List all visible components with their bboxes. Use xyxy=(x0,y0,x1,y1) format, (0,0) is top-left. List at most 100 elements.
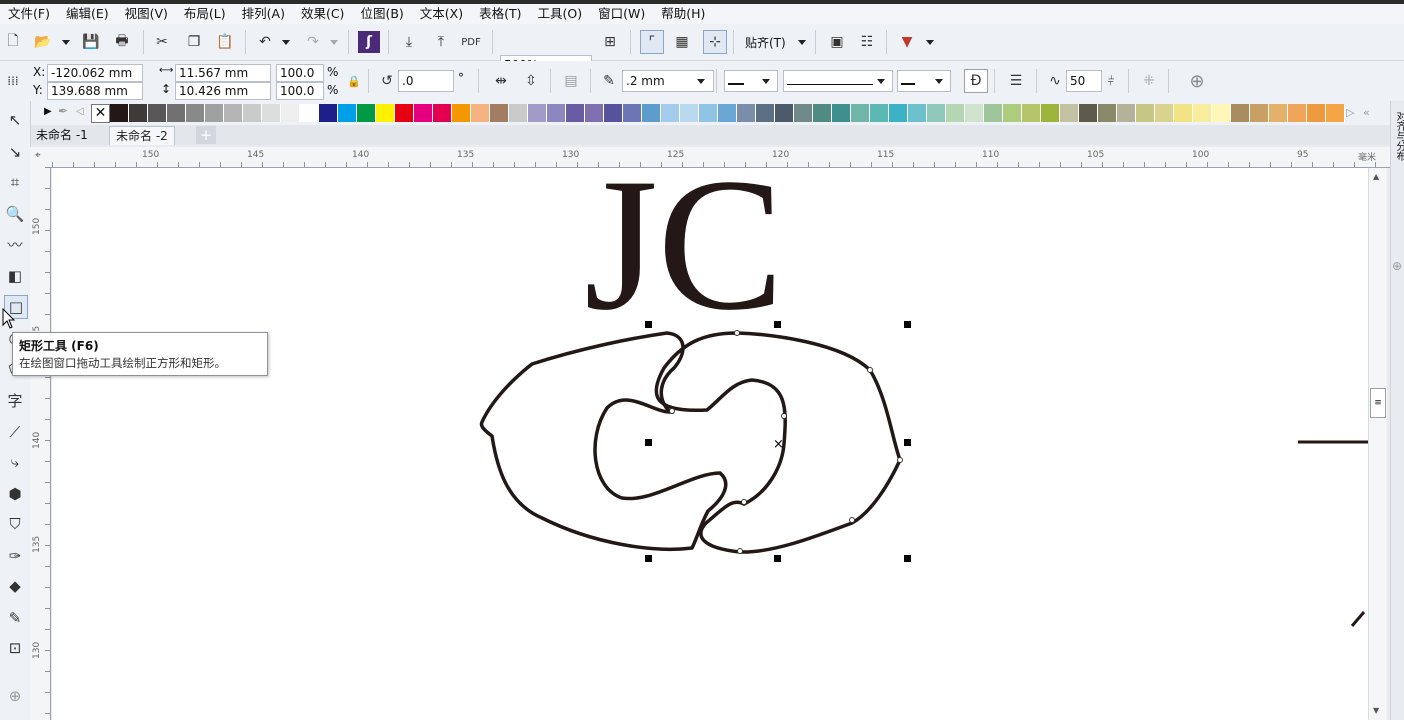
color-swatch[interactable] xyxy=(433,104,452,122)
color-swatch[interactable] xyxy=(167,104,186,122)
save-icon[interactable]: 💾 xyxy=(80,31,102,53)
color-swatch[interactable] xyxy=(1231,104,1250,122)
menu-effects[interactable]: 效果(C) xyxy=(293,4,352,24)
text-tool-icon[interactable]: 字 xyxy=(4,389,26,411)
x-position-field[interactable]: -120.062 mm xyxy=(47,64,143,82)
color-swatch[interactable] xyxy=(623,104,642,122)
color-swatch[interactable] xyxy=(1079,104,1098,122)
color-swatch[interactable] xyxy=(794,104,813,122)
color-swatch[interactable] xyxy=(281,104,300,122)
palette-more-icon[interactable]: « xyxy=(1363,106,1370,119)
scroll-thumb[interactable]: ≡ xyxy=(1370,388,1386,418)
menu-arrange[interactable]: 排列(A) xyxy=(234,4,293,24)
interactive-fill-icon[interactable]: ◆ xyxy=(4,575,26,597)
smart-fill-icon[interactable]: ◧ xyxy=(4,265,26,287)
color-swatch[interactable] xyxy=(984,104,1003,122)
scroll-down-icon[interactable]: ▼ xyxy=(1373,706,1379,715)
smart-drawing-icon[interactable]: ⊡ xyxy=(4,637,26,659)
welcome-screen-icon[interactable]: ▣ xyxy=(826,31,848,53)
color-swatch[interactable] xyxy=(699,104,718,122)
color-swatch[interactable] xyxy=(1193,104,1212,122)
color-swatch[interactable] xyxy=(566,104,585,122)
color-swatch[interactable] xyxy=(965,104,984,122)
color-swatch[interactable] xyxy=(490,104,509,122)
vertical-ruler[interactable]: 150 145 140 135 130 xyxy=(30,167,51,720)
menu-view[interactable]: 视图(V) xyxy=(117,4,176,24)
color-swatch[interactable] xyxy=(946,104,965,122)
snap-to-button[interactable]: 贴齐(T) xyxy=(745,34,786,51)
zoom-to-page-icon[interactable]: ⊞ xyxy=(599,31,621,53)
color-swatch[interactable] xyxy=(357,104,376,122)
menu-help[interactable]: 帮助(H) xyxy=(653,4,713,24)
color-swatch[interactable] xyxy=(110,104,129,122)
selection-handle[interactable] xyxy=(904,439,911,446)
snap-dropdown-icon[interactable] xyxy=(798,40,806,45)
selection-handle[interactable] xyxy=(645,439,652,446)
color-swatch[interactable] xyxy=(756,104,775,122)
curve-node[interactable] xyxy=(781,413,787,419)
color-swatch[interactable] xyxy=(1155,104,1174,122)
rotation-angle-field[interactable]: .0 xyxy=(398,70,454,92)
curve-node[interactable] xyxy=(669,408,675,414)
curve-node[interactable] xyxy=(897,457,903,463)
open-dropdown-icon[interactable] xyxy=(62,40,70,45)
redo-icon[interactable]: ↷ xyxy=(302,31,324,53)
open-icon[interactable]: 📂 xyxy=(32,31,54,53)
color-swatch[interactable] xyxy=(1174,104,1193,122)
color-swatch[interactable] xyxy=(737,104,756,122)
color-swatch[interactable] xyxy=(243,104,262,122)
jc-text[interactable]: JC xyxy=(584,168,784,350)
combine-icon[interactable]: ▤ xyxy=(560,70,582,92)
docker-add-icon[interactable]: ⊕ xyxy=(1392,259,1402,273)
menu-layout[interactable]: 布局(L) xyxy=(176,4,234,24)
menu-tools[interactable]: 工具(O) xyxy=(530,4,591,24)
curve-node[interactable] xyxy=(734,330,740,336)
selection-handle[interactable] xyxy=(645,321,652,328)
redo-dropdown-icon[interactable] xyxy=(330,40,338,45)
menu-bitmaps[interactable]: 位图(B) xyxy=(352,4,411,24)
selection-handle[interactable] xyxy=(645,555,652,562)
menu-window[interactable]: 窗口(W) xyxy=(590,4,653,24)
curve-node[interactable] xyxy=(867,367,873,373)
color-swatch[interactable] xyxy=(908,104,927,122)
height-field[interactable]: 10.426 mm xyxy=(175,82,271,100)
palette-next-icon[interactable]: ▷ xyxy=(1346,106,1354,119)
show-grid-icon[interactable]: ▦ xyxy=(671,31,693,53)
shape-tool-icon[interactable]: ↘ xyxy=(4,141,26,163)
menu-file[interactable]: 文件(F) xyxy=(0,4,58,24)
paste-icon[interactable]: 📋 xyxy=(214,31,236,53)
curve-node[interactable] xyxy=(849,517,855,523)
color-swatch[interactable] xyxy=(1212,104,1231,122)
color-swatch[interactable] xyxy=(642,104,661,122)
color-swatch[interactable] xyxy=(1060,104,1079,122)
color-eyedropper-icon[interactable]: ✑ xyxy=(4,545,26,567)
color-swatch[interactable] xyxy=(1326,104,1345,122)
show-guidelines-icon[interactable]: ⊹ xyxy=(703,30,727,54)
options-icon[interactable]: ☷ xyxy=(856,31,878,53)
color-swatch[interactable] xyxy=(832,104,851,122)
menu-edit[interactable]: 编辑(E) xyxy=(58,4,117,24)
selection-handle[interactable] xyxy=(774,555,781,562)
color-swatch[interactable] xyxy=(319,104,338,122)
color-swatch[interactable] xyxy=(1250,104,1269,122)
outline-width-dropdown-icon[interactable] xyxy=(697,79,705,84)
color-swatch[interactable] xyxy=(718,104,737,122)
width-field[interactable]: 11.567 mm xyxy=(175,64,271,82)
copy-icon[interactable]: ❐ xyxy=(183,31,205,53)
new-tab-icon[interactable]: + xyxy=(196,126,216,144)
horizontal-ruler[interactable]: 150 145 140 135 130 125 120 115 110 105 … xyxy=(52,147,1390,168)
pick-tool-icon[interactable]: ↖ xyxy=(4,109,26,131)
color-swatch[interactable] xyxy=(547,104,566,122)
color-swatch[interactable] xyxy=(395,104,414,122)
ruler-origin[interactable]: ⌖ xyxy=(30,147,52,168)
undo-icon[interactable]: ↶ xyxy=(254,31,276,53)
color-swatch[interactable] xyxy=(414,104,433,122)
node-icon[interactable]: ⁜ xyxy=(1138,70,1160,92)
color-swatch[interactable] xyxy=(889,104,908,122)
add-tool-icon[interactable]: ⊕ xyxy=(4,685,26,707)
export-icon[interactable]: ⤒ xyxy=(430,31,452,53)
color-swatch[interactable] xyxy=(927,104,946,122)
freehand-tool-icon[interactable]: 〰 xyxy=(4,233,26,255)
color-swatch[interactable] xyxy=(1288,104,1307,122)
print-icon[interactable]: 🖶 xyxy=(111,31,133,53)
